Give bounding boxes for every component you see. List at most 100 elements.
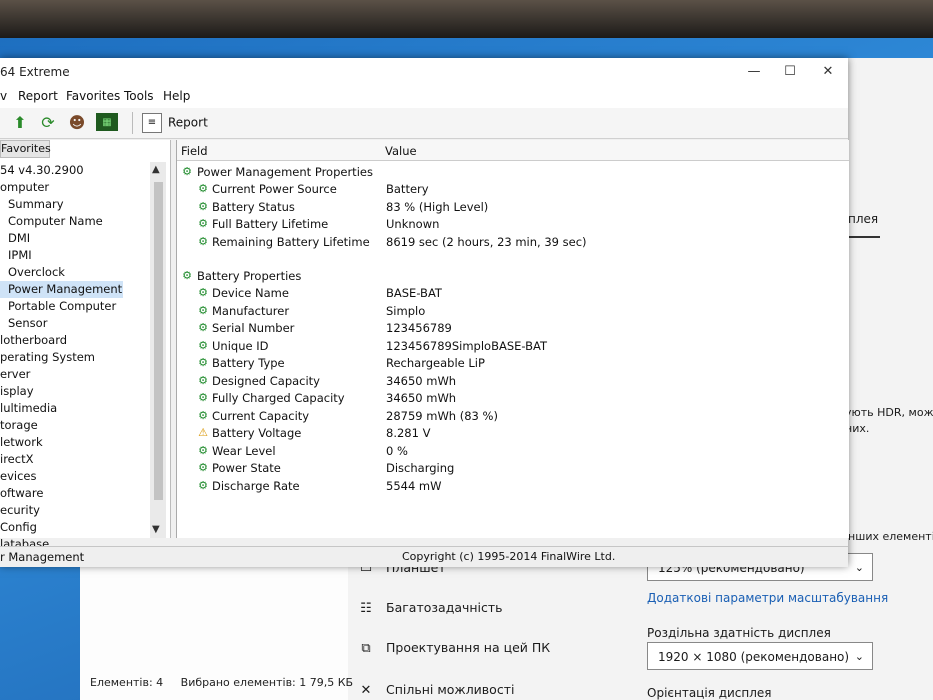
resolution-select[interactable]: 1920 × 1080 (рекомендовано) ⌄	[647, 642, 873, 670]
property-row[interactable]: ⚙ Device Name BASE-BAT	[177, 285, 837, 302]
tab-favorites[interactable]: Favorites	[0, 140, 51, 158]
close-button[interactable]: ✕	[818, 64, 838, 79]
menu-tools[interactable]: Tools	[124, 89, 154, 103]
scroll-up-icon[interactable]: ▲	[152, 164, 160, 175]
settings-fragment: інших елементів	[845, 530, 933, 543]
tree-item[interactable]: Summary	[0, 196, 150, 213]
orientation-label: Орієнтація дисплея	[647, 686, 772, 700]
column-field[interactable]: Field	[181, 144, 208, 158]
scroll-down-icon[interactable]: ▼	[152, 524, 160, 535]
tree-item[interactable]: perating System	[0, 349, 150, 366]
field-value: 34650 mWh	[386, 391, 457, 405]
report-button[interactable]: ≡ Report	[142, 113, 208, 133]
tree-item[interactable]: ecurity	[0, 502, 150, 519]
field-name: Battery Voltage	[212, 426, 302, 440]
field-name: Current Capacity	[212, 408, 310, 423]
multitasking-icon: ☷	[360, 601, 372, 616]
tree-item[interactable]: Sensor	[0, 315, 150, 332]
field-value: 8619 sec (2 hours, 23 min, 39 sec)	[386, 234, 587, 249]
property-row[interactable]: ⚙ Designed Capacity 34650 mWh	[177, 373, 837, 390]
property-row[interactable]: ⚙ Manufacturer Simplo	[177, 303, 837, 320]
section-header[interactable]: ⚙ Battery Properties	[177, 268, 837, 285]
property-row[interactable]: ⚙ Remaining Battery Lifetime 8619 sec (2 h…	[177, 234, 837, 251]
status-current-page: r Management	[0, 550, 85, 564]
tree-item[interactable]: irectX	[0, 451, 150, 468]
tree-item[interactable]: Computer Name	[0, 213, 150, 230]
tree-item[interactable]: IPMI	[0, 247, 150, 264]
resolution-label: Роздільна здатність дисплея	[647, 626, 831, 640]
tree-list: 54 v4.30.2900 omputer Summary Computer Name…	[0, 162, 150, 553]
field-value: 123456789SimploBASE-BAT	[386, 338, 548, 353]
items-count: Елементів: 4	[90, 676, 164, 689]
field-value: 34650 mWh	[386, 373, 457, 388]
tree-item[interactable]: Portable Computer	[0, 298, 150, 315]
field-name: Device Name	[212, 286, 289, 300]
tree-item[interactable]: isplay	[0, 383, 150, 400]
tree-item[interactable]: Power Management	[0, 281, 123, 298]
property-row[interactable]: ⚙ Battery Status 83 % (High Level)	[177, 199, 837, 216]
property-row[interactable]: ⚙ Power State Discharging	[177, 460, 837, 477]
field-name: Battery Status	[212, 199, 295, 214]
menu-item-shared[interactable]: ✕ Спільні можливості	[358, 682, 515, 698]
menu-view[interactable]: v	[0, 89, 7, 103]
tree-item[interactable]: lotherboard	[0, 332, 150, 349]
project-icon: ⧉	[361, 641, 371, 656]
battery-icon: ⚙	[198, 286, 208, 299]
battery-icon: ⚙	[198, 303, 208, 317]
tree-scrollbar[interactable]: ▲ ▼	[150, 162, 166, 538]
property-row[interactable]: ⚙ Wear Level 0 %	[177, 443, 837, 460]
property-row[interactable]: ⚙ Current Power Source Battery	[177, 181, 837, 198]
column-value[interactable]: Value	[385, 144, 417, 158]
tree-item[interactable]: omputer	[0, 179, 150, 196]
property-row[interactable]: ⚙ Fully Charged Capacity 34650 mWh	[177, 390, 837, 407]
maximize-button[interactable]: ☐	[780, 64, 800, 79]
property-row[interactable]: ⚙ Full Battery Lifetime Unknown	[177, 216, 837, 233]
menu-item-project[interactable]: ⧉ Проектування на цей ПК	[358, 640, 550, 656]
section-header[interactable]: ⚙ Power Management Properties	[177, 164, 837, 181]
tree-item[interactable]: letwork	[0, 434, 150, 451]
field-value: 83 % (High Level)	[386, 199, 489, 214]
motherboard-icon[interactable]: ▦	[96, 113, 118, 131]
property-row[interactable]: ⚙ Battery Type Rechargeable LiP	[177, 355, 837, 372]
monitor-bezel	[0, 0, 933, 38]
tree-item[interactable]: lultimedia	[0, 400, 150, 417]
up-arrow-icon[interactable]: ⬆	[10, 113, 30, 133]
tree-item[interactable]: Config	[0, 519, 150, 536]
title-bar[interactable]: 64 Extreme — ☐ ✕	[0, 58, 848, 86]
battery-icon: ⚙	[198, 373, 208, 387]
settings-fragment: ують HDR, можна	[845, 406, 933, 419]
battery-icon: ⚙	[198, 199, 208, 213]
battery-icon: ⚙	[198, 478, 208, 492]
tree-item[interactable]: erver	[0, 366, 150, 383]
tree-item[interactable]: torage	[0, 417, 150, 434]
battery-icon: ⚙	[198, 321, 208, 334]
menu-favorites[interactable]: Favorites	[66, 89, 120, 103]
refresh-icon[interactable]: ⟳	[38, 113, 58, 133]
chevron-down-icon: ⌄	[854, 561, 864, 574]
tree-item[interactable]: 54 v4.30.2900	[0, 162, 150, 179]
property-row[interactable]: ⚙ Unique ID 123456789SimploBASE-BAT	[177, 338, 837, 355]
report-icon: ≡	[142, 113, 162, 133]
field-value: 8.281 V	[386, 426, 431, 440]
property-row[interactable]: ⚠ Battery Voltage 8.281 V	[177, 425, 837, 442]
field-name: Remaining Battery Lifetime	[212, 234, 370, 249]
battery-section-icon: ⚙	[182, 165, 192, 178]
window-title: 64 Extreme	[0, 65, 70, 79]
tree-item[interactable]: Overclock	[0, 264, 150, 281]
menu-report[interactable]: Report	[18, 89, 58, 103]
users-icon[interactable]: ☻	[67, 113, 87, 133]
menu-item-multitasking[interactable]: ☷ Багатозадачність	[358, 600, 502, 616]
tree-item[interactable]: DMI	[0, 230, 150, 247]
battery-icon: ⚙	[198, 356, 208, 369]
scroll-thumb[interactable]	[154, 182, 163, 500]
property-row[interactable]: ⚙ Current Capacity 28759 mWh (83 %)	[177, 408, 837, 425]
tree-item[interactable]: evices	[0, 468, 150, 485]
minimize-button[interactable]: —	[744, 64, 764, 79]
property-row[interactable]: ⚙ Serial Number 123456789	[177, 320, 837, 337]
field-name: Power State	[212, 461, 281, 475]
battery-section-icon: ⚙	[182, 269, 192, 282]
property-row[interactable]: ⚙ Discharge Rate 5544 mW	[177, 478, 837, 495]
menu-help[interactable]: Help	[163, 89, 190, 103]
advanced-scaling-link[interactable]: Додаткові параметри масштабування	[647, 591, 888, 605]
tree-item[interactable]: oftware	[0, 485, 150, 502]
